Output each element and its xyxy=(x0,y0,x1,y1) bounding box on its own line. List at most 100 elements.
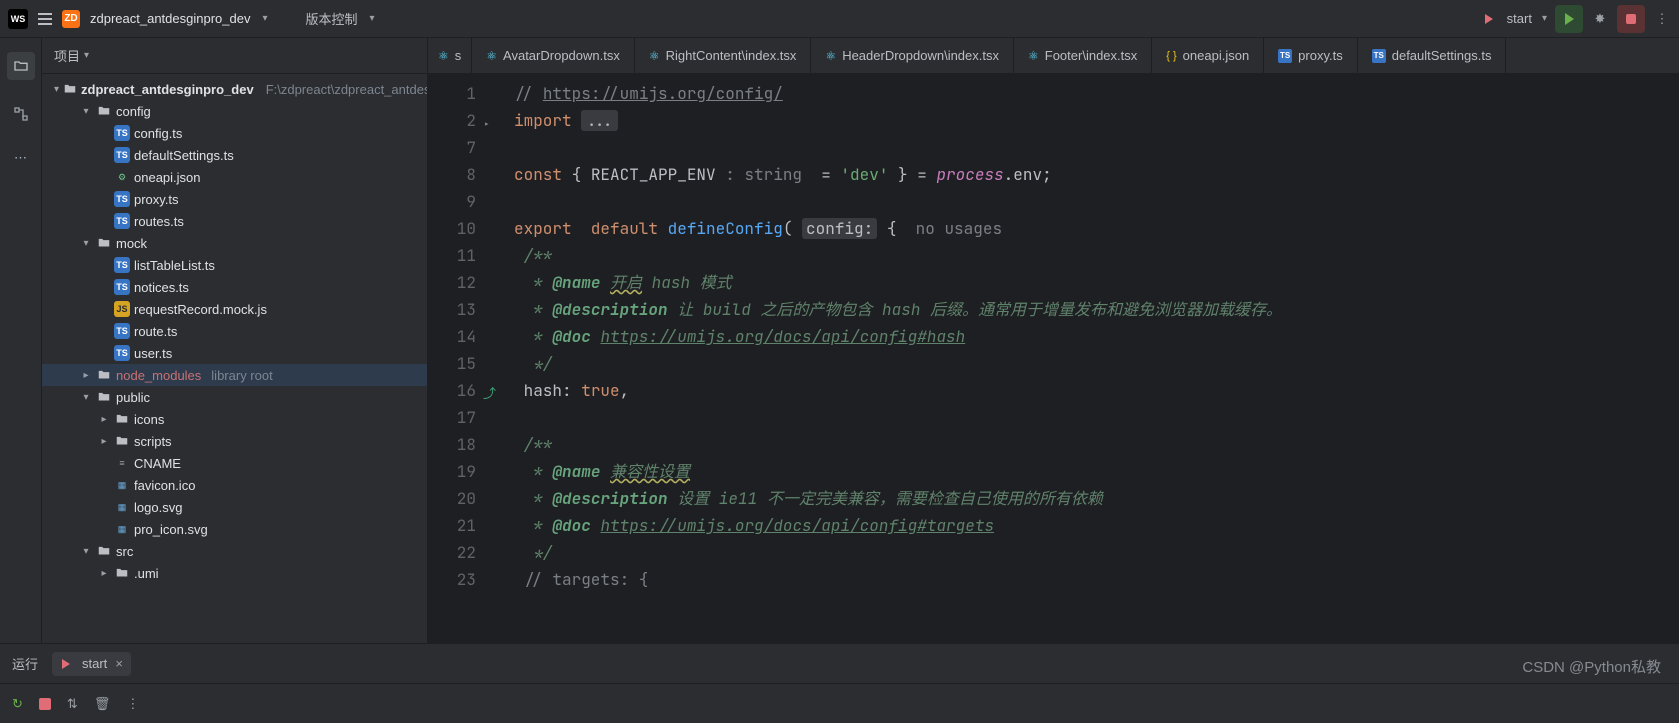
project-tool-icon[interactable] xyxy=(7,52,35,80)
chevron-down-icon[interactable]: ▾ xyxy=(84,50,89,61)
react-icon: ⚛ xyxy=(486,49,497,63)
folder-icon xyxy=(63,81,77,97)
tree-row[interactable]: ▦logo.svg xyxy=(42,496,427,518)
chevron-down-icon[interactable]: ▾ xyxy=(370,13,375,24)
tree-row[interactable]: ⚙oneapi.json xyxy=(42,166,427,188)
tab-label: Footer\index.tsx xyxy=(1045,48,1138,63)
run-panel-label[interactable]: 运行 xyxy=(12,654,38,673)
expand-icon[interactable]: ▾ xyxy=(80,106,92,117)
editor-tab[interactable]: { } oneapi.json xyxy=(1152,38,1264,73)
tree-row[interactable]: TS user.ts xyxy=(42,342,427,364)
tree-item-name: notices.ts xyxy=(134,280,189,295)
git-inlay-icon[interactable]: ⤴ xyxy=(483,380,496,407)
tree-row[interactable]: TSnotices.ts xyxy=(42,276,427,298)
tree-row[interactable]: ▸.umi xyxy=(42,562,427,584)
expand-icon[interactable]: ▸ xyxy=(80,370,92,381)
more-tool-icon[interactable]: ⋯ xyxy=(11,148,31,168)
image-file-icon: ▦ xyxy=(114,477,130,493)
tab-label: s xyxy=(455,48,462,63)
json-icon: { } xyxy=(1166,50,1176,62)
sidebar-title: 项目 xyxy=(54,46,80,65)
ts-file-icon: TS xyxy=(114,257,130,273)
main-menu-icon[interactable] xyxy=(38,13,52,25)
stop-button[interactable] xyxy=(1617,5,1645,33)
editor-tab[interactable]: ⚛AvatarDropdown.tsx xyxy=(472,38,635,73)
tree-item-name: requestRecord.mock.js xyxy=(134,302,267,317)
folder-icon xyxy=(114,411,130,427)
tree-row[interactable]: ▸node_moduleslibrary root xyxy=(42,364,427,386)
tree-row[interactable]: ≡CNAME xyxy=(42,452,427,474)
trash-icon[interactable]: 🗑 xyxy=(94,696,111,712)
tree-row[interactable]: TSroutes.ts xyxy=(42,210,427,232)
ts-file-icon: TS xyxy=(114,213,130,229)
editor-tab[interactable]: ⚛s xyxy=(428,38,472,73)
expand-icon[interactable]: ▸ xyxy=(98,436,110,447)
project-sidebar: 项目 ▾ ▾ zdpreact_antdesginpro_dev F:\zdpr… xyxy=(42,38,428,643)
chevron-down-icon[interactable]: ▾ xyxy=(262,13,267,24)
project-tree[interactable]: ▾ zdpreact_antdesginpro_dev F:\zdpreact\… xyxy=(42,74,427,643)
tree-row[interactable]: TSroute.ts xyxy=(42,320,427,342)
tree-row[interactable]: ▦favicon.ico xyxy=(42,474,427,496)
tree-row[interactable]: ▦pro_icon.svg xyxy=(42,518,427,540)
tree-row[interactable]: JSrequestRecord.mock.js xyxy=(42,298,427,320)
tree-item-name: config xyxy=(116,104,151,119)
tree-row[interactable]: ▸ scripts xyxy=(42,430,427,452)
tab-label: defaultSettings.ts xyxy=(1392,48,1492,63)
vcs-menu[interactable]: 版本控制 xyxy=(305,9,357,28)
ts-file-icon: TS xyxy=(114,125,130,141)
tab-label: oneapi.json xyxy=(1183,48,1250,63)
expand-icon[interactable]: ▾ xyxy=(80,392,92,403)
stop-icon[interactable] xyxy=(39,698,51,710)
tree-row[interactable]: TSproxy.ts xyxy=(42,188,427,210)
expand-icon[interactable]: ▸ xyxy=(98,568,110,579)
fold-icon[interactable]: ▸ xyxy=(483,112,490,139)
tree-row[interactable]: ▾ config xyxy=(42,100,427,122)
close-icon[interactable]: × xyxy=(115,656,123,671)
structure-tool-icon[interactable] xyxy=(11,104,31,124)
run-button[interactable] xyxy=(1555,5,1583,33)
tree-row[interactable]: ▾ public xyxy=(42,386,427,408)
more-icon[interactable]: ⋮ xyxy=(126,696,139,712)
rerun-icon[interactable]: ↻ xyxy=(12,696,23,712)
tree-row[interactable]: ▾mock xyxy=(42,232,427,254)
tree-root[interactable]: ▾ zdpreact_antdesginpro_dev F:\zdpreact\… xyxy=(42,78,427,100)
debug-icon[interactable]: ✸ xyxy=(1591,11,1609,27)
tree-row[interactable]: TSlistTableList.ts xyxy=(42,254,427,276)
run-panel-tab[interactable]: start × xyxy=(52,652,131,676)
editor-tabs: ⚛s⚛AvatarDropdown.tsx⚛RightContent\index… xyxy=(428,38,1679,74)
expand-icon[interactable]: ▸ xyxy=(98,414,110,425)
more-icon[interactable]: ⋮ xyxy=(1653,11,1671,27)
sidebar-header[interactable]: 项目 ▾ xyxy=(42,38,427,74)
expand-icon[interactable]: ▾ xyxy=(54,84,59,95)
ts-file-icon: TS xyxy=(1372,49,1386,63)
tree-item-name: public xyxy=(116,390,150,405)
editor-tab[interactable]: ⚛HeaderDropdown\index.tsx xyxy=(811,38,1014,73)
editor-tab[interactable]: ⚛RightContent\index.tsx xyxy=(635,38,812,73)
folder-icon xyxy=(96,103,112,119)
filter-icon[interactable]: ⇅ xyxy=(67,696,78,712)
tree-root-path: F:\zdpreact\zdpreact_antdes xyxy=(266,82,427,97)
tree-item-name: src xyxy=(116,544,133,559)
image-file-icon: ▦ xyxy=(114,521,130,537)
editor-tab[interactable]: TS defaultSettings.ts xyxy=(1358,38,1507,73)
tree-item-name: scripts xyxy=(134,434,172,449)
run-config-name[interactable]: start xyxy=(1507,11,1532,26)
expand-icon[interactable]: ▾ xyxy=(80,546,92,557)
editor-tab[interactable]: ⚛Footer\index.tsx xyxy=(1014,38,1152,73)
editor-area: ⚛s⚛AvatarDropdown.tsx⚛RightContent\index… xyxy=(428,38,1679,643)
tree-row[interactable]: ▾ src xyxy=(42,540,427,562)
project-badge: ZD xyxy=(62,10,80,28)
tree-row[interactable]: ▸icons xyxy=(42,408,427,430)
chevron-down-icon[interactable]: ▾ xyxy=(1542,13,1547,24)
ts-file-icon: TS xyxy=(114,345,130,361)
run-panel-tab-label: start xyxy=(82,656,107,671)
editor-tab[interactable]: TSproxy.ts xyxy=(1264,38,1358,73)
project-name[interactable]: zdpreact_antdesginpro_dev xyxy=(90,11,250,26)
tree-item-name: user.ts xyxy=(134,346,172,361)
expand-icon[interactable]: ▾ xyxy=(80,238,92,249)
tree-row[interactable]: TSconfig.ts xyxy=(42,122,427,144)
tree-row[interactable]: TSdefaultSettings.ts xyxy=(42,144,427,166)
code-editor[interactable]: 12▸78910111213141516⤴17181920212223 // h… xyxy=(428,74,1679,643)
folder-icon xyxy=(96,367,112,383)
code-content[interactable]: // https://umijs.org/config/ import ... … xyxy=(492,74,1679,643)
